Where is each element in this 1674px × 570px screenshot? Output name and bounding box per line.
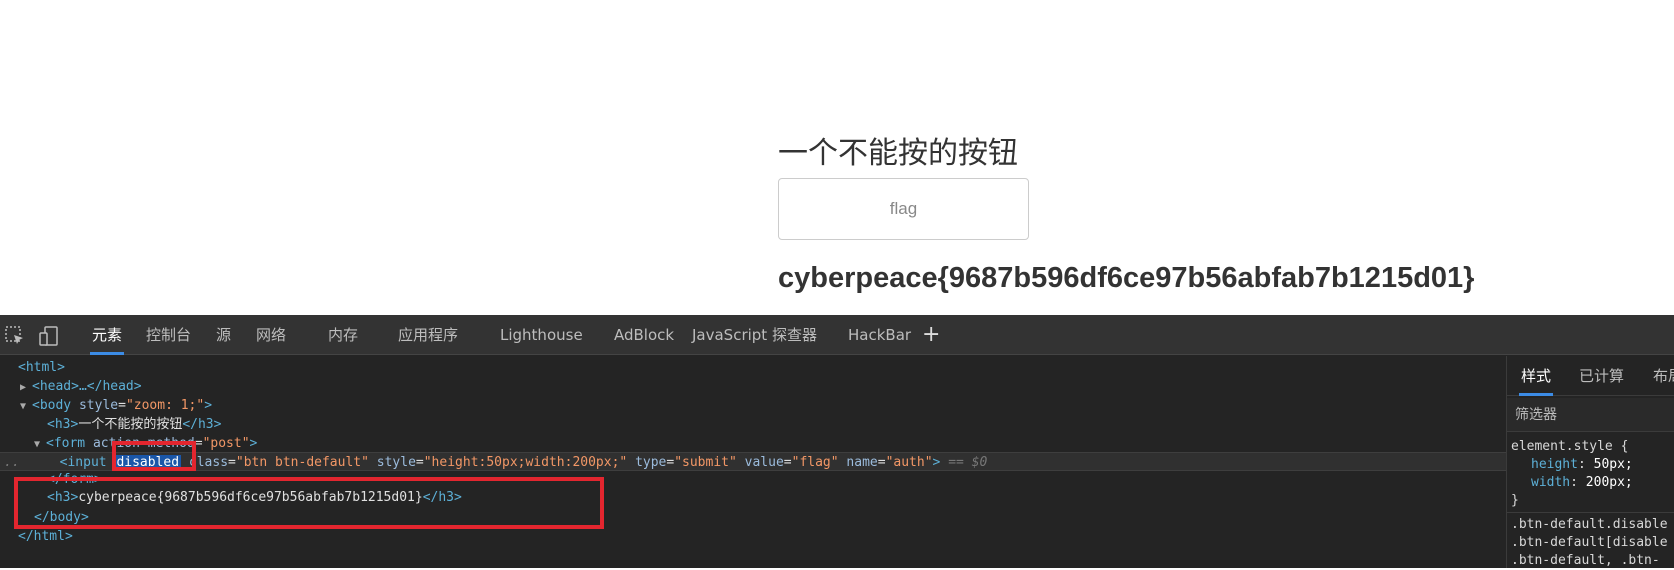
add-tab-icon[interactable]: +: [922, 315, 940, 355]
h3-close-tag: </h3>: [182, 417, 222, 432]
dom-node-html-close[interactable]: </html>: [18, 527, 73, 546]
tab-lighthouse[interactable]: Lighthouse: [500, 315, 583, 355]
name-value: "auth": [885, 455, 933, 470]
selected-marker: == $0: [948, 455, 988, 470]
h3-text: 一个不能按的按钮: [78, 417, 183, 432]
tab-elements[interactable]: 元素: [89, 315, 125, 355]
collapse-arrow-icon[interactable]: ▼: [20, 397, 32, 416]
input-open-tag: <input: [59, 455, 107, 470]
input-close-bracket: >: [932, 455, 941, 470]
styles-panel: 样式 已计算 布局 筛选器 element.style { height: 50…: [1506, 356, 1674, 568]
device-toolbar-icon[interactable]: [38, 325, 60, 347]
class-value: "btn btn-default": [235, 455, 369, 470]
type-value: "submit": [674, 455, 737, 470]
type-attr: type: [635, 455, 667, 470]
expand-arrow-icon[interactable]: ▶: [20, 378, 32, 397]
style-value: 200px;: [1585, 475, 1633, 490]
form-method-value: "post": [202, 436, 250, 451]
element-style-close-brace: }: [1511, 493, 1519, 508]
name-attr: name: [846, 455, 878, 470]
styles-filter-input[interactable]: 筛选器: [1507, 398, 1674, 432]
style-attr: style: [376, 455, 416, 470]
dom-node-html[interactable]: <html>: [18, 358, 65, 377]
style-prop: width: [1531, 475, 1571, 490]
dom-node-head[interactable]: ▶ <head>…</head>: [20, 377, 142, 396]
tab-sources[interactable]: 源: [216, 315, 231, 355]
flag-button[interactable]: flag: [778, 178, 1029, 240]
tab-console[interactable]: 控制台: [146, 315, 191, 355]
tab-network[interactable]: 网络: [256, 315, 286, 355]
styles-tabbar: 样式 已计算 布局: [1507, 356, 1674, 396]
tab-styles[interactable]: 样式: [1518, 356, 1554, 396]
form-open-tag: <form: [46, 436, 86, 451]
style-value: "height:50px;width:200px;": [423, 455, 628, 470]
dom-node-h3-title[interactable]: <h3>一个不能按的按钮</h3>: [47, 415, 221, 434]
body-attr: style: [78, 398, 119, 413]
tab-layout[interactable]: 布局: [1653, 356, 1674, 396]
flag-text: cyberpeace{9687b596df6ce97b56abfab7b1215…: [778, 262, 1475, 294]
tab-application[interactable]: 应用程序: [398, 315, 458, 355]
page-viewport: 一个不能按的按钮 flag cyberpeace{9687b596df6ce97…: [0, 0, 1674, 315]
tab-memory[interactable]: 内存: [328, 315, 358, 355]
element-style-selector: element.style {: [1511, 439, 1629, 454]
body-attr-value: "zoom: 1;": [125, 398, 205, 413]
value-value: "flag": [791, 455, 839, 470]
flag-button-label: flag: [889, 199, 918, 218]
highlight-box-flag: [14, 477, 604, 529]
gutter-dots: ..: [4, 455, 20, 470]
style-rule-height[interactable]: height: 50px;: [1531, 456, 1633, 474]
tab-adblock[interactable]: AdBlock: [614, 315, 674, 355]
dom-node-body[interactable]: ▼ <body style="zoom: 1;">: [20, 396, 212, 415]
value-attr: value: [744, 455, 784, 470]
head-tag: <head>…</head>: [32, 379, 142, 394]
css-selector[interactable]: .btn-default[disable: [1511, 534, 1668, 552]
style-value: 50px;: [1593, 457, 1633, 472]
css-selector[interactable]: .btn-default.disable: [1511, 516, 1668, 534]
devtools-tabbar: 元素 控制台 源 网络 内存 应用程序 Lighthouse AdBlock J…: [0, 315, 1674, 355]
body-open-tag: <body: [32, 398, 72, 413]
style-rule-width[interactable]: width: 200px;: [1531, 474, 1633, 492]
highlight-box-disabled: [112, 441, 196, 471]
tab-js-profiler[interactable]: JavaScript 探查器: [692, 315, 817, 355]
styles-divider: [1507, 512, 1674, 513]
html-open-tag: <html>: [18, 360, 65, 375]
tab-computed[interactable]: 已计算: [1579, 356, 1624, 396]
tab-hackbar[interactable]: HackBar: [848, 315, 911, 355]
devtools-panel: 元素 控制台 源 网络 内存 应用程序 Lighthouse AdBlock J…: [0, 315, 1674, 568]
page-heading: 一个不能按的按钮: [778, 136, 1018, 171]
inspect-element-icon[interactable]: [4, 325, 26, 347]
style-prop: height: [1531, 457, 1578, 472]
elements-panel: <html> ▶ <head>…</head> ▼ <body style="zoo…: [0, 356, 1506, 568]
h3-open-tag: <h3>: [47, 417, 79, 432]
dom-node-input-selected[interactable]: .. <input disabled class="btn btn-default…: [0, 452, 1506, 471]
css-selector[interactable]: .btn-default, .btn-: [1511, 552, 1660, 570]
html-close-tag: </html>: [18, 529, 73, 544]
